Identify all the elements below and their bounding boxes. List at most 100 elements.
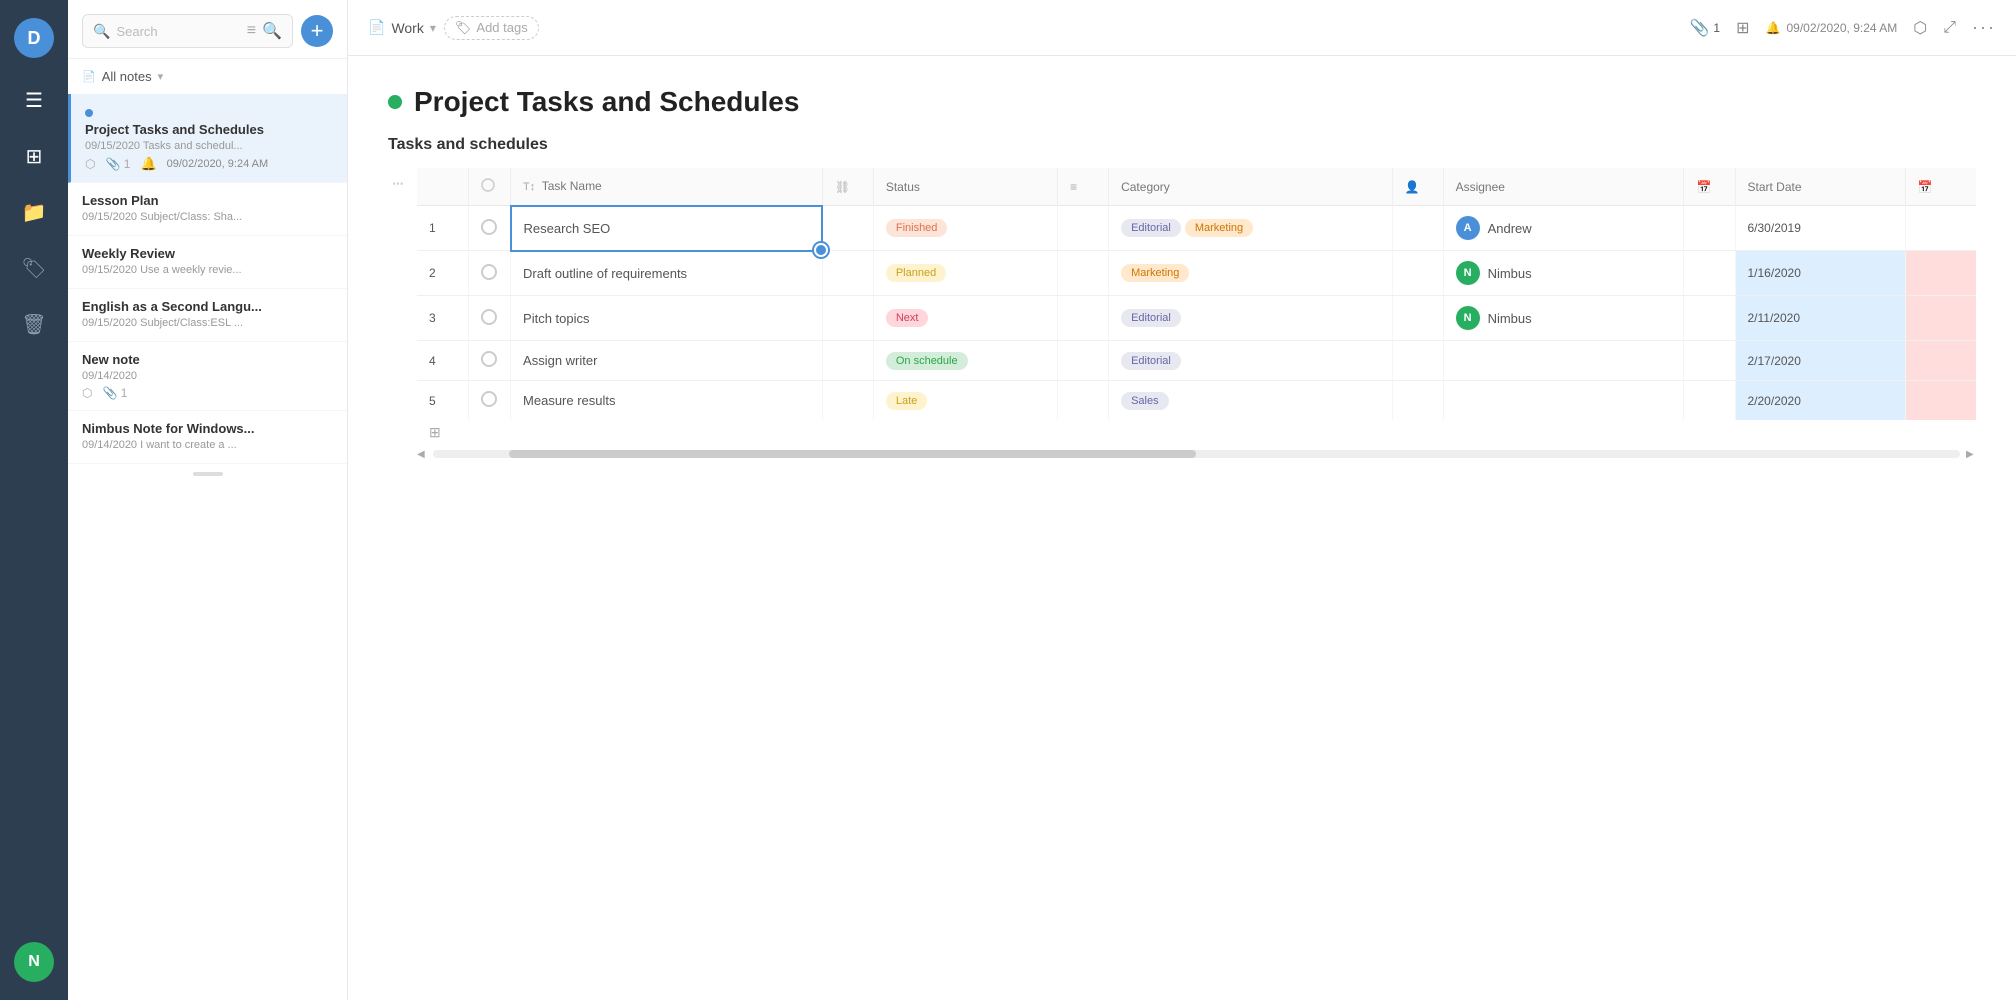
sidebar-item-0[interactable]: Project Tasks and Schedules 09/15/2020 T…: [68, 94, 347, 183]
bell-meta-icon: 🔔: [140, 156, 156, 172]
toolbar: 📄 Work ▾ 🏷 Add tags 📎 1 ⊞ 🔔 09/02/2020, …: [348, 0, 2016, 56]
row-options-icon[interactable]: ···: [394, 172, 405, 195]
share-icon[interactable]: ⬡: [1913, 18, 1927, 38]
status-cell: Next: [873, 296, 1057, 341]
sidebar-item-1[interactable]: Lesson Plan 09/15/2020 Subject/Class: Sh…: [68, 183, 347, 236]
assignee-avatar: N: [1456, 306, 1480, 330]
table-row[interactable]: 4 Assign writer On schedule Editorial 2/…: [417, 341, 1976, 381]
task-name-cell[interactable]: Measure results: [511, 381, 823, 421]
assign-icon-cell: [1392, 381, 1443, 421]
active-indicator: [85, 109, 93, 117]
task-name-cell[interactable]: Assign writer: [511, 341, 823, 381]
radio-circle[interactable]: [481, 351, 497, 367]
start-date-cell: 2/20/2020: [1735, 381, 1905, 421]
table-row[interactable]: 1 Research SEO Finished EditorialMarketi…: [417, 206, 1976, 251]
sidebar-item-title: New note: [82, 352, 333, 367]
task-name-cell[interactable]: Pitch topics: [511, 296, 823, 341]
folder-icon[interactable]: 📁: [20, 198, 48, 226]
search-placeholder: Search: [116, 24, 157, 39]
sidebar-item-4[interactable]: New note 09/14/2020 ⬡📎 1: [68, 342, 347, 411]
filter-add-icon: ⊞: [429, 424, 441, 440]
sidebar-item-2[interactable]: Weekly Review 09/15/2020 Use a weekly re…: [68, 236, 347, 289]
assign-icon-cell: [1392, 251, 1443, 296]
assignee-cell-wrapper: [1443, 341, 1684, 381]
radio-circle[interactable]: [481, 309, 497, 325]
add-filter-button[interactable]: ⊞: [417, 420, 1976, 445]
cat-icon-cell: [1058, 296, 1109, 341]
col-header-date: Start Date: [1735, 168, 1905, 206]
sidebar-item-5[interactable]: Nimbus Note for Windows... 09/14/2020 I …: [68, 411, 347, 464]
all-notes-doc-icon: 📄: [82, 70, 96, 83]
scroll-right-button[interactable]: ▶: [1966, 449, 1976, 459]
sidebar-item-meta: ⬡📎 1: [82, 386, 333, 400]
add-tags-button[interactable]: 🏷 Add tags: [444, 16, 539, 40]
start-date-cell: 1/16/2020: [1735, 251, 1905, 296]
search-box[interactable]: 🔍 Search ≡ 🔍: [82, 14, 293, 48]
cat-icon-cell: [1058, 381, 1109, 421]
main-content: 📄 Work ▾ 🏷 Add tags 📎 1 ⊞ 🔔 09/02/2020, …: [348, 0, 2016, 1000]
toolbar-left: 📄 Work ▾ 🏷 Add tags: [368, 16, 1674, 40]
all-notes-row[interactable]: 📄 All notes ▾: [68, 59, 347, 94]
layout-icon[interactable]: ⊞: [1736, 18, 1749, 38]
search-submit-icon[interactable]: 🔍: [262, 21, 282, 41]
end-date-cell: [1905, 206, 1976, 251]
cat-icon-cell: [1058, 341, 1109, 381]
task-name: Measure results: [523, 393, 615, 408]
tag-add-icon: 🏷: [455, 20, 472, 36]
table-row[interactable]: 5 Measure results Late Sales 2/20/2020: [417, 381, 1976, 421]
sidebar-item-date: 09/14/2020: [82, 370, 333, 382]
attachment-icon[interactable]: 📎 1: [1690, 18, 1721, 38]
category-cell: Editorial: [1109, 341, 1392, 381]
sidebar-scroll-indicator: [193, 472, 223, 476]
tag-icon[interactable]: 🏷: [20, 254, 48, 282]
row-radio[interactable]: [468, 341, 511, 381]
grid-icon[interactable]: ⊞: [20, 142, 48, 170]
icon-rail: D ☰ ⊞ 📁 🏷 🗑 N: [0, 0, 68, 1000]
menu-icon[interactable]: ☰: [20, 86, 48, 114]
category-badge: Sales: [1121, 392, 1169, 410]
breadcrumb-doc-icon: 📄: [368, 19, 385, 36]
sidebar-item-title: English as a Second Langu...: [82, 299, 333, 314]
link-cell: [822, 341, 873, 381]
timestamp-text: 09/02/2020, 9:24 AM: [1786, 21, 1897, 35]
filter-icon[interactable]: ≡: [247, 22, 256, 40]
scroll-left-button[interactable]: ◀: [417, 449, 427, 459]
bell-icon[interactable]: 🔔: [1766, 21, 1781, 35]
layout-grid-icon: ⊞: [1736, 18, 1749, 38]
more-options-icon[interactable]: ···: [1972, 17, 1996, 38]
cal-icon-cell: [1684, 251, 1735, 296]
row-radio[interactable]: [468, 381, 511, 421]
trash-icon[interactable]: 🗑: [20, 310, 48, 338]
user-avatar[interactable]: D: [14, 18, 54, 58]
table-row[interactable]: 3 Pitch topics Next Editorial N Nimbus 2…: [417, 296, 1976, 341]
sidebar-item-3[interactable]: English as a Second Langu... 09/15/2020 …: [68, 289, 347, 342]
status-badge: On schedule: [886, 352, 968, 370]
row-number: 1: [417, 206, 468, 251]
category-badge: Editorial: [1121, 309, 1181, 327]
h-scroll-thumb[interactable]: [509, 450, 1196, 458]
assignee-cell: N Nimbus: [1456, 306, 1672, 330]
table-row[interactable]: 2 Draft outline of requirements Planned …: [417, 251, 1976, 296]
radio-circle[interactable]: [481, 219, 497, 235]
attachment-count: 1: [1713, 21, 1720, 35]
assignee-cell-wrapper: N Nimbus: [1443, 251, 1684, 296]
row-radio[interactable]: [468, 251, 511, 296]
task-name-cell[interactable]: Draft outline of requirements: [511, 251, 823, 296]
radio-circle[interactable]: [481, 391, 497, 407]
radio-circle[interactable]: [481, 264, 497, 280]
expand-icon[interactable]: ⤢: [1943, 19, 1956, 37]
category-cell: EditorialMarketing: [1109, 206, 1392, 251]
assign-icon-cell: [1392, 341, 1443, 381]
note-status-dot: [388, 95, 402, 109]
breadcrumb-work[interactable]: 📄 Work ▾: [368, 19, 436, 36]
status-cell: Finished: [873, 206, 1057, 251]
add-note-button[interactable]: +: [301, 15, 333, 47]
row-radio[interactable]: [468, 206, 511, 251]
sidebar-item-title: Lesson Plan: [82, 193, 333, 208]
assign-icon-cell: [1392, 206, 1443, 251]
nimbus-avatar[interactable]: N: [14, 942, 54, 982]
assignee-cell-wrapper: [1443, 381, 1684, 421]
row-radio[interactable]: [468, 296, 511, 341]
assignee-name: Andrew: [1488, 221, 1532, 236]
task-name-cell[interactable]: Research SEO: [511, 206, 823, 251]
